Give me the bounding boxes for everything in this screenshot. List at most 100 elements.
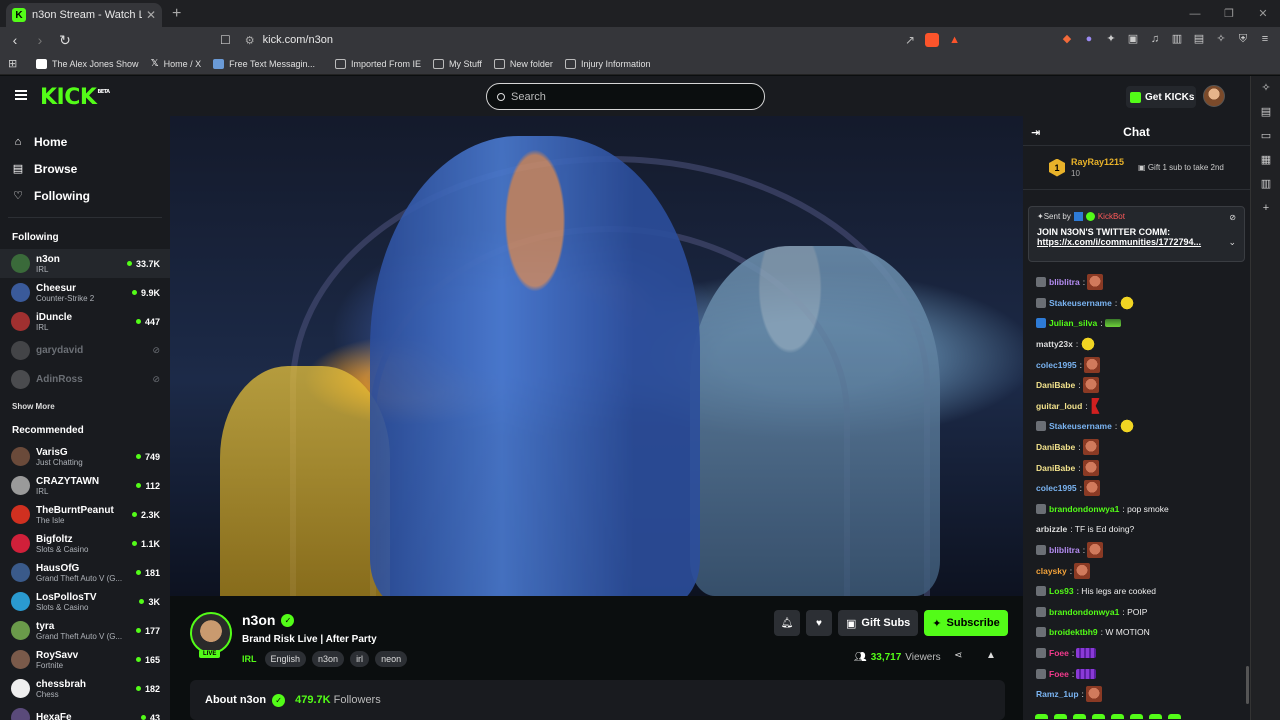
- sidebar-channel-adinross[interactable]: AdinRoss ⊘: [0, 365, 170, 394]
- chat-username[interactable]: brandondonwya1: [1049, 607, 1119, 617]
- bookmark-folder[interactable]: My Stuff: [433, 58, 482, 69]
- tag-pill[interactable]: irl: [350, 651, 370, 667]
- video-player[interactable]: [170, 116, 1023, 596]
- chat-scrollbar[interactable]: [1246, 666, 1249, 704]
- subscribe-button[interactable]: ✦ Subscribe: [924, 610, 1008, 636]
- pinned-link[interactable]: https://x.com/i/communities/1772794...: [1037, 237, 1222, 247]
- site-info-icon[interactable]: ⚙: [245, 34, 255, 47]
- minimize-icon[interactable]: —: [1178, 8, 1212, 20]
- puzzle-icon[interactable]: ✦: [1104, 32, 1118, 46]
- nav-home[interactable]: ⌂ Home: [12, 128, 170, 155]
- chat-username[interactable]: DaniBabe: [1036, 442, 1075, 452]
- sidebar-channel-bigfoltz[interactable]: Bigfoltz Slots & Casino 1.1K: [0, 529, 170, 558]
- share-icon[interactable]: ⋖: [954, 650, 962, 661]
- bookmark-item[interactable]: Free Text Messagin...: [213, 58, 315, 69]
- add-icon[interactable]: +: [1251, 196, 1280, 220]
- url-text[interactable]: kick.com/n3on: [263, 34, 905, 46]
- menu-icon[interactable]: ≡: [1258, 32, 1272, 46]
- chat-username[interactable]: claysky: [1036, 566, 1067, 576]
- gift-subs-button[interactable]: ▣ Gift Subs: [838, 610, 919, 636]
- tag-pill[interactable]: English: [264, 651, 307, 667]
- sidebar-channel-cheesur[interactable]: Cheesur Counter-Strike 2 9.9K: [0, 278, 170, 307]
- chat-username[interactable]: arbizzle: [1036, 524, 1067, 534]
- search-input[interactable]: Search: [486, 83, 765, 110]
- sidebar-channel-roysavv[interactable]: RoySavv Fortnite 165: [0, 645, 170, 674]
- chat-username[interactable]: bliblitra: [1049, 545, 1080, 555]
- forward-icon[interactable]: ›: [30, 32, 50, 48]
- brave-shield-icon[interactable]: [925, 33, 940, 47]
- chat-username[interactable]: DaniBabe: [1036, 463, 1075, 473]
- emote-icon[interactable]: [1054, 714, 1067, 719]
- emote-icon[interactable]: [1149, 714, 1162, 719]
- chat-username[interactable]: colec1995: [1036, 483, 1077, 493]
- notes-icon[interactable]: ▦: [1251, 148, 1280, 172]
- media-icon[interactable]: ▭: [1251, 124, 1280, 148]
- emote-icon[interactable]: [1168, 714, 1181, 719]
- sidebar-channel-varisg[interactable]: VarisG Just Chatting 749: [0, 442, 170, 471]
- notification-bell-icon[interactable]: 🔔︎: [774, 610, 800, 636]
- leo-icon[interactable]: ✧: [1214, 32, 1228, 46]
- wallet-icon[interactable]: ▤: [1251, 100, 1280, 124]
- tag-pill[interactable]: neon: [375, 651, 408, 667]
- chat-username[interactable]: guitar_loud: [1036, 401, 1082, 411]
- screenshot-icon[interactable]: ▣: [1126, 32, 1140, 46]
- chat-username[interactable]: Foee: [1049, 648, 1069, 658]
- chevron-down-icon[interactable]: ⌄: [1228, 237, 1236, 248]
- category-link[interactable]: IRL: [242, 654, 257, 664]
- sidebar-channel-chessbrah[interactable]: chessbrah Chess 182: [0, 674, 170, 703]
- back-icon[interactable]: ‹: [5, 32, 25, 48]
- apps-grid-icon[interactable]: ⊞: [8, 58, 20, 70]
- reload-icon[interactable]: ↻: [55, 32, 75, 49]
- extension-icon[interactable]: ●: [1082, 32, 1096, 46]
- emote-icon[interactable]: [1092, 714, 1105, 719]
- chat-username[interactable]: Foee: [1049, 669, 1069, 679]
- chat-username[interactable]: brandondonwya1: [1049, 504, 1119, 514]
- follow-heart-icon[interactable]: ♥: [806, 610, 832, 636]
- sidebar-channel-iduncle[interactable]: iDuncle IRL 447: [0, 307, 170, 336]
- sidebar-icon[interactable]: ▥: [1170, 32, 1184, 46]
- close-tab-icon[interactable]: ✕: [146, 8, 156, 22]
- nav-following[interactable]: ♡ Following: [12, 182, 170, 209]
- emote-icon[interactable]: [1073, 714, 1086, 719]
- browser-tab[interactable]: K n3on Stream - Watch Live on ✕: [6, 3, 162, 27]
- get-kicks-button[interactable]: Get KICKs: [1126, 86, 1196, 108]
- close-window-icon[interactable]: ✕: [1246, 7, 1280, 20]
- kick-logo[interactable]: KICKBETA: [40, 85, 110, 110]
- hamburger-menu-icon[interactable]: [15, 90, 27, 100]
- sidebar-channel-crazytawn[interactable]: CRAZYTAWN IRL 112: [0, 471, 170, 500]
- sidebar-channel-hausofg[interactable]: HausOfG Grand Theft Auto V (G... 181: [0, 558, 170, 587]
- emote-icon[interactable]: [1130, 714, 1143, 719]
- streamer-name[interactable]: n3on ✓: [242, 612, 295, 628]
- sidebar-channel-lospollostv[interactable]: LosPollosTV Slots & Casino 3K: [0, 587, 170, 616]
- chat-username[interactable]: Ramz_1up: [1036, 689, 1079, 699]
- collapse-chat-icon[interactable]: ⇥: [1031, 126, 1040, 139]
- bookmark-folder[interactable]: Imported From IE: [335, 58, 421, 69]
- chat-username[interactable]: colec1995: [1036, 360, 1077, 370]
- chat-username[interactable]: Stakeusername: [1049, 298, 1112, 308]
- restore-icon[interactable]: ❐: [1212, 7, 1246, 20]
- music-icon[interactable]: ♫: [1148, 32, 1162, 46]
- chat-username[interactable]: Julian_silva: [1049, 318, 1097, 328]
- chat-username[interactable]: matty23x: [1036, 339, 1073, 349]
- bookmark-folder[interactable]: New folder: [493, 58, 553, 69]
- sidebar-channel-garydavid[interactable]: garydavid ⊘: [0, 336, 170, 365]
- bookmark-folder[interactable]: Injury Information: [564, 58, 650, 69]
- omnibox[interactable]: ☐ ⚙ kick.com/n3on ↗ ▲: [220, 30, 960, 50]
- chat-username[interactable]: Stakeusername: [1049, 421, 1112, 431]
- sidebar-channel-theburntpeanut[interactable]: TheBurntPeanut The Isle 2.3K: [0, 500, 170, 529]
- emote-icon[interactable]: [1035, 714, 1048, 719]
- streamer-avatar[interactable]: [190, 612, 232, 654]
- bookmark-item[interactable]: 𝕏 Home / X: [151, 58, 202, 69]
- wallet-icon[interactable]: ▤: [1192, 32, 1206, 46]
- unpin-icon[interactable]: ⊘: [1229, 213, 1236, 222]
- user-avatar[interactable]: [1203, 85, 1225, 107]
- new-tab-button[interactable]: +: [172, 5, 181, 23]
- leo-icon[interactable]: ✧: [1251, 76, 1280, 100]
- bookmark-icon[interactable]: ☐: [220, 33, 231, 47]
- chat-username[interactable]: bliblitra: [1049, 277, 1080, 287]
- nav-browse[interactable]: ▤ Browse: [12, 155, 170, 182]
- extension-icon[interactable]: ◆: [1060, 32, 1074, 46]
- report-icon[interactable]: ▲: [986, 650, 996, 661]
- tag-pill[interactable]: n3on: [312, 651, 345, 667]
- brave-rewards-icon[interactable]: ▲: [949, 34, 960, 46]
